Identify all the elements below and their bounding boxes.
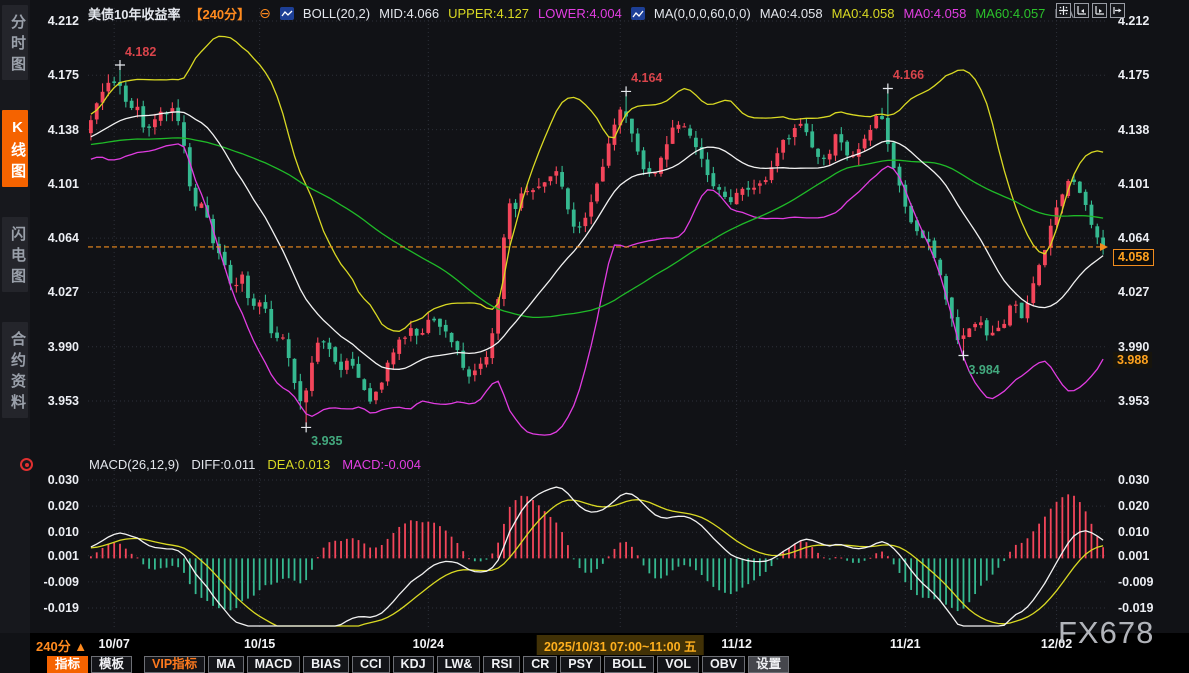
price-annotation: 4.182 (125, 45, 156, 59)
indicator-marker-icon[interactable] (20, 458, 33, 471)
macd-axis-label: -0.019 (1118, 601, 1166, 615)
macd-axis-label: 0.030 (31, 473, 79, 487)
price-annotation: 3.984 (968, 363, 999, 377)
price-annotation: 4.164 (631, 71, 662, 85)
macd-dea-value: DEA:0.013 (267, 457, 330, 472)
sidebar: 分时图 K线图闪电图合约资料 (0, 0, 30, 633)
indicator-button-bias[interactable]: BIAS (303, 656, 349, 673)
indicator-button-templates[interactable]: 模板 (91, 656, 132, 673)
macd-diff-value: DIFF:0.011 (191, 457, 255, 472)
indicator-button-kdj[interactable]: KDJ (393, 656, 434, 673)
y-axis-label: 4.212 (1118, 14, 1166, 28)
time-axis: 240分 ▲ 2025/10/31 07:00~11:00 五 10/07 10/… (30, 633, 1189, 655)
price-annotation: 4.166 (893, 68, 924, 82)
x-axis-date-label: 10/07 (99, 637, 130, 651)
indicator-button-indicators[interactable]: 指标 (47, 656, 88, 673)
zoom-out-axis-icon[interactable] (1074, 3, 1089, 18)
x-axis-date-label: 10/24 (413, 637, 444, 651)
macd-axis-label: 0.030 (1118, 473, 1166, 487)
macd-axis-label: 0.010 (31, 525, 79, 539)
indicator-button-psy[interactable]: PSY (560, 656, 601, 673)
y-axis-label: 3.990 (31, 340, 79, 354)
indicator-button-macd[interactable]: MACD (247, 656, 301, 673)
boll-mid-value: MID:4.066 (379, 6, 439, 21)
ma-indicator-icon[interactable] (631, 7, 645, 20)
macd-axis-label: 0.001 (31, 549, 79, 563)
sidebar-tab-time-share-chart[interactable]: 分时图 (2, 5, 28, 80)
y-axis-label: 4.027 (1118, 285, 1166, 299)
crosshair-icon[interactable] (1056, 3, 1071, 18)
y-axis-label: 3.953 (31, 394, 79, 408)
y-axis-label: 4.027 (31, 285, 79, 299)
macd-axis-label: 0.020 (31, 499, 79, 513)
boll-indicator-icon[interactable] (280, 7, 294, 20)
zoom-in-axis-icon[interactable] (1092, 3, 1107, 18)
indicator-button-vip-indicators[interactable]: VIP指标 (144, 656, 205, 673)
watermark: FX678 (1058, 615, 1154, 651)
y-axis-label: 4.212 (31, 14, 79, 28)
secondary-price-tag: 3.988 (1113, 352, 1152, 368)
x-axis-date-label: 11/21 (890, 637, 921, 651)
y-axis-label: 4.138 (1118, 123, 1166, 137)
y-axis-label: 4.175 (31, 68, 79, 82)
ma0-white-value: MA0:4.058 (760, 6, 823, 21)
boll-label: BOLL(20,2) (303, 6, 370, 21)
indicator-button-vol[interactable]: VOL (657, 656, 699, 673)
pan-right-icon[interactable] (1110, 3, 1125, 18)
y-axis-label: 4.064 (31, 231, 79, 245)
y-axis-label: 4.064 (1118, 231, 1166, 245)
indicator-button-boll[interactable]: BOLL (604, 656, 654, 673)
macd-axis-label: 0.001 (1118, 549, 1166, 563)
sidebar-tab-contract-info[interactable]: 合约资料 (2, 322, 28, 418)
indicator-button-rsi[interactable]: RSI (483, 656, 520, 673)
y-axis-label: 4.101 (31, 177, 79, 191)
sidebar-tab-flash-chart[interactable]: 闪电图 (2, 217, 28, 292)
indicator-button-ma[interactable]: MA (208, 656, 243, 673)
main-chart-canvas[interactable] (0, 0, 1189, 673)
current-price-tag: 4.058 (1113, 249, 1154, 266)
x-axis-date-label: 11/12 (721, 637, 752, 651)
macd-label: MACD(26,12,9) (89, 457, 179, 472)
macd-header: MACD(26,12,9) DIFF:0.011 DEA:0.013 MACD:… (89, 457, 421, 472)
period-tag[interactable]: 【240分】 (189, 4, 250, 23)
macd-axis-label: 0.010 (1118, 525, 1166, 539)
indicator-button-cci[interactable]: CCI (352, 656, 390, 673)
y-axis-label: 4.101 (1118, 177, 1166, 191)
indicator-button-lwr[interactable]: LW& (437, 656, 481, 673)
indicator-button-cr[interactable]: CR (523, 656, 557, 673)
indicator-button-settings[interactable]: 设置 (748, 656, 789, 673)
macd-axis-label: 0.020 (1118, 499, 1166, 513)
macd-axis-label: -0.009 (31, 575, 79, 589)
y-axis-label: 4.175 (1118, 68, 1166, 82)
boll-lower-value: LOWER:4.004 (538, 6, 622, 21)
ma60-green-value: MA60:4.057 (975, 6, 1045, 21)
period-selector[interactable]: 240分 ▲ (36, 636, 87, 655)
y-axis-label: 4.138 (31, 123, 79, 137)
sidebar-tab-kline-chart[interactable]: K线图 (2, 110, 28, 187)
ma0-magenta-value: MA0:4.058 (903, 6, 966, 21)
x-axis-current-bar-label: 2025/10/31 07:00~11:00 五 (537, 635, 704, 656)
indicator-button-obv[interactable]: OBV (702, 656, 745, 673)
indicator-toolbar: 指标模板 VIP指标MAMACDBIASCCIKDJLW&RSICRPSYBOLL… (30, 655, 1189, 673)
chart-header: 美债10年收益率 【240分】 ⊖ BOLL(20,2) MID:4.066 U… (88, 4, 1085, 23)
price-annotation: 3.935 (311, 434, 342, 448)
boll-upper-value: UPPER:4.127 (448, 6, 529, 21)
macd-macd-value: MACD:-0.004 (342, 457, 421, 472)
ma0-yellow-value: MA0:4.058 (832, 6, 895, 21)
macd-axis-label: -0.019 (31, 601, 79, 615)
chart-toolbar (1056, 3, 1125, 18)
ma-label: MA(0,0,0,60,0,0) (654, 6, 751, 21)
x-axis-date-label: 10/15 (244, 637, 275, 651)
chart-application: 分时图 K线图闪电图合约资料 美债10年收益率 【240分】 ⊖ BOLL(20,… (0, 0, 1189, 673)
y-axis-label: 3.953 (1118, 394, 1166, 408)
macd-axis-label: -0.009 (1118, 575, 1166, 589)
collapse-icon[interactable]: ⊖ (259, 5, 271, 22)
instrument-title: 美债10年收益率 (88, 4, 180, 23)
